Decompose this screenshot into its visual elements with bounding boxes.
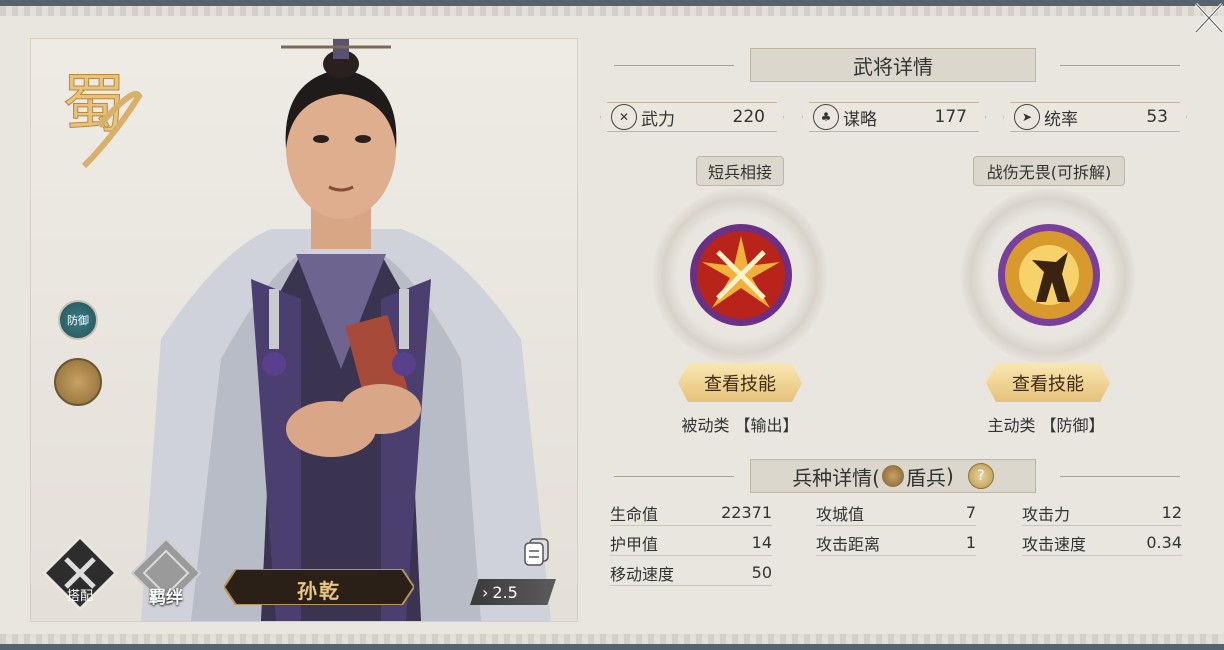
cost-indicator: › 2.5 — [470, 579, 556, 605]
troop-stat-value: 7 — [965, 503, 976, 522]
stat-strategy-label: 谋略 — [843, 109, 877, 130]
troop-type-name: 盾兵 — [906, 465, 946, 490]
help-icon[interactable]: ? — [967, 463, 994, 489]
stat-strategy-value: 177 — [934, 107, 967, 127]
cost-value: 2.5 — [492, 582, 518, 602]
skill-2-name: 战伤无畏(可拆解) — [973, 156, 1125, 186]
troop-divider-left — [614, 476, 734, 477]
bottom-border-pattern — [0, 634, 1224, 644]
equip-label: 搭配 — [66, 589, 93, 604]
stat-force-label: 武力 — [641, 109, 675, 130]
skill-burst-blade-icon[interactable] — [688, 222, 794, 328]
troop-stat-attack-speed: 攻击速度 0.34 — [1022, 530, 1182, 556]
skill-1-name: 短兵相接 — [696, 156, 784, 186]
top-border-pattern — [0, 6, 1224, 16]
stat-force: ✕ 武力 220 — [600, 102, 784, 132]
troop-stat-label: 攻击力 — [1022, 504, 1071, 524]
troop-stat-label: 护甲值 — [610, 534, 659, 554]
troop-stat-move-speed: 移动速度 50 — [610, 560, 772, 586]
stat-command-label: 统率 — [1044, 109, 1078, 130]
shield-troop-type-icon — [882, 465, 904, 487]
command-flag-icon: ➤ — [1014, 104, 1040, 130]
troop-stat-value: 22371 — [721, 503, 772, 522]
troop-stat-value: 1 — [965, 533, 976, 552]
troop-divider-right — [1060, 476, 1180, 477]
title-divider-right — [1060, 65, 1180, 66]
skill-1-tag: 【输出】 — [734, 416, 799, 435]
troop-stat-label: 攻击速度 — [1022, 534, 1087, 554]
troop-title-prefix: 兵种详情( — [792, 465, 880, 490]
crossed-swords-icon: ✕ — [611, 104, 637, 130]
stat-force-value: 220 — [732, 107, 765, 127]
troop-stat-siege: 攻城值 7 — [816, 500, 976, 526]
troop-stat-label: 生命值 — [610, 504, 659, 524]
troop-stat-range: 攻击距离 1 — [816, 530, 976, 556]
troop-details-title: 兵种详情( 盾兵 ) ? — [750, 459, 1036, 493]
troop-stat-label: 攻击距离 — [816, 534, 881, 554]
defense-badge-label: 防御 — [67, 314, 89, 327]
kingdom-shu-emblem: 蜀 — [62, 68, 143, 169]
troop-stat-label: 移动速度 — [610, 564, 675, 584]
general-portrait — [141, 39, 551, 621]
troop-stat-value: 50 — [751, 563, 772, 582]
skill-2-category: 主动类 — [987, 416, 1036, 435]
general-name: 孙乾 — [297, 579, 341, 603]
strategy-icon: ♣ — [813, 104, 839, 130]
shield-troop-icon[interactable] — [54, 358, 102, 406]
view-skill-2-button[interactable]: 查看技能 — [986, 364, 1110, 402]
troop-stat-hp: 生命值 22371 — [610, 500, 772, 526]
skill-2-type: 主动类 【防御】 — [946, 412, 1146, 436]
general-details-title: 武将详情 — [750, 48, 1036, 82]
defense-role-badge: 防御 — [58, 300, 98, 340]
troop-stat-label: 攻城值 — [816, 504, 865, 524]
copy-icon[interactable] — [522, 536, 552, 566]
cost-chevron-icon: › — [482, 582, 489, 602]
troop-stat-value: 0.34 — [1146, 533, 1182, 552]
skill-2-tag: 【防御】 — [1040, 416, 1105, 435]
troop-stat-value: 12 — [1161, 503, 1182, 522]
title-divider-left — [614, 65, 734, 66]
skill-warrior-strike-icon[interactable] — [996, 222, 1102, 328]
troop-stat-value: 14 — [751, 533, 772, 552]
troop-stat-armor: 护甲值 14 — [610, 530, 772, 556]
skill-1-category: 被动类 — [681, 416, 730, 435]
close-icon[interactable] — [1192, 0, 1224, 36]
troop-title-suffix: ) — [946, 464, 954, 488]
stat-command: ➤ 统率 53 — [1003, 102, 1187, 132]
bond-label: 羁绊 — [149, 588, 183, 608]
view-skill-1-button[interactable]: 查看技能 — [678, 364, 802, 402]
stat-command-value: 53 — [1146, 107, 1168, 127]
skill-1-type: 被动类 【输出】 — [640, 412, 840, 436]
troop-stat-attack: 攻击力 12 — [1022, 500, 1182, 526]
stat-strategy: ♣ 谋略 177 — [802, 102, 986, 132]
